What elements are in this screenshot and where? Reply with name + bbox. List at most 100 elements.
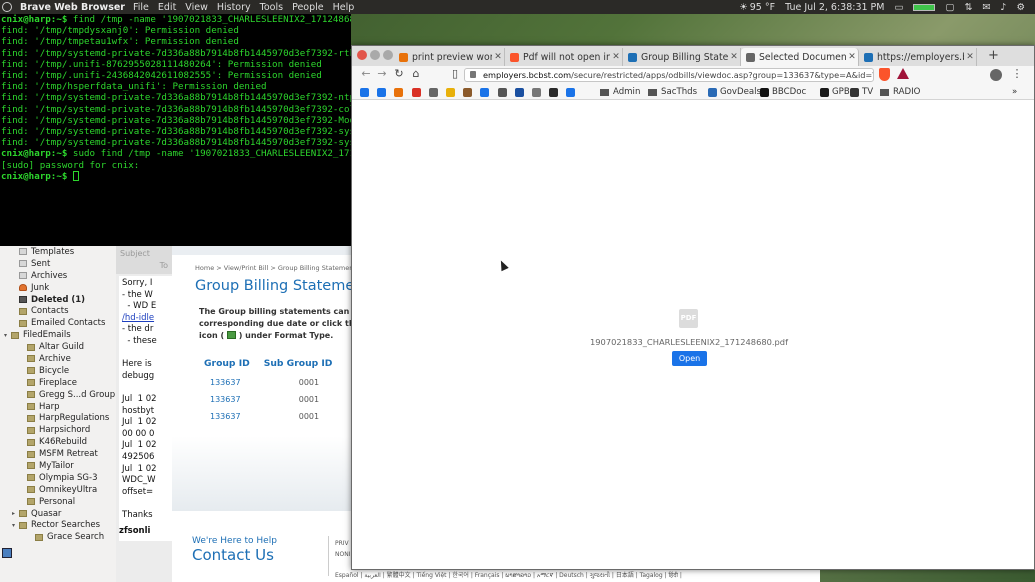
- group-id-link[interactable]: 133637: [197, 392, 257, 409]
- menu-file[interactable]: File: [133, 2, 149, 13]
- bookmark-item[interactable]: RADIO: [880, 86, 920, 98]
- network-icon[interactable]: ⇅: [964, 2, 972, 13]
- open-pdf-button[interactable]: Open: [672, 351, 707, 366]
- bookmark-site-icon[interactable]: [411, 86, 424, 98]
- tab-close-icon[interactable]: ✕: [964, 52, 976, 62]
- browser-tab[interactable]: https://employers.bcbs✕: [859, 48, 977, 66]
- tab-close-icon[interactable]: ✕: [492, 52, 504, 62]
- new-tab-button[interactable]: +: [988, 48, 999, 63]
- menu-people[interactable]: People: [292, 2, 324, 13]
- folder-item[interactable]: Contacts: [0, 305, 116, 317]
- bookmark-site-icon[interactable]: [446, 86, 458, 98]
- folder-twisty-icon[interactable]: ▾: [4, 332, 10, 339]
- menu-view[interactable]: View: [185, 2, 208, 13]
- bookmark-site-icon[interactable]: [532, 86, 544, 98]
- main-menu-icon[interactable]: ⋮: [1010, 67, 1024, 81]
- folder-item[interactable]: Olympia SG-3: [0, 472, 116, 484]
- bookmark-site-icon[interactable]: [463, 86, 475, 98]
- bookmark-item[interactable]: GPB: [820, 86, 850, 98]
- address-bar[interactable]: employers.bcbst.com/secure/restricted/ap…: [464, 68, 874, 82]
- folder-item[interactable]: ▾ Rector Searches: [0, 519, 116, 531]
- group-id-link[interactable]: 133637: [197, 409, 257, 426]
- window-maximize-button[interactable]: [383, 50, 393, 60]
- folder-item[interactable]: Harp: [0, 401, 116, 413]
- folder-item[interactable]: Harpsichord: [0, 424, 116, 436]
- folder-twisty-icon[interactable]: ▸: [12, 510, 18, 517]
- folder-item[interactable]: Archive: [0, 353, 116, 365]
- bookmarks-overflow-icon[interactable]: »: [1012, 86, 1017, 98]
- folder-item[interactable]: K46Rebuild: [0, 436, 116, 448]
- folder-item[interactable]: MyTailor: [0, 460, 116, 472]
- back-button[interactable]: ←: [359, 67, 373, 81]
- folder-item[interactable]: Sent: [0, 258, 116, 270]
- folder-item[interactable]: Fireplace: [0, 377, 116, 389]
- folder-item[interactable]: Gregg S...d Group: [0, 389, 116, 401]
- folder-item[interactable]: ▾ FiledEmails: [0, 329, 116, 341]
- tab-close-icon[interactable]: ✕: [610, 52, 622, 62]
- contact-us-link[interactable]: Contact Us: [192, 546, 277, 564]
- bookmark-site-icon[interactable]: [497, 86, 510, 98]
- folder-item[interactable]: Personal: [0, 496, 116, 508]
- folder-item[interactable]: MSFM Retreat: [0, 448, 116, 460]
- display-icon[interactable]: ▢: [945, 2, 954, 13]
- window-close-button[interactable]: [357, 50, 367, 60]
- tab-close-icon[interactable]: ✕: [846, 52, 858, 62]
- bookmark-site-icon[interactable]: [514, 86, 527, 98]
- window-minimize-button[interactable]: [370, 50, 380, 60]
- message-link[interactable]: /hd-idle: [122, 313, 172, 325]
- folder-item[interactable]: Templates: [0, 246, 116, 258]
- folder-item[interactable]: HarpRegulations: [0, 412, 116, 424]
- footer-links[interactable]: PRIV NONI: [335, 538, 350, 560]
- battery-indicator[interactable]: [913, 3, 936, 11]
- folder-item[interactable]: OmnikeyUltra: [0, 484, 116, 496]
- settings-gear-icon[interactable]: ⚙: [1016, 2, 1025, 13]
- bookmark-site-icon[interactable]: [394, 86, 406, 98]
- bookmark-item[interactable]: BBCDoc: [760, 86, 806, 98]
- group-id-link[interactable]: 133637: [197, 375, 257, 392]
- bookmark-item[interactable]: SacThds: [648, 86, 697, 98]
- folder-item[interactable]: Emailed Contacts: [0, 317, 116, 329]
- clock[interactable]: Tue Jul 2, 6:38:31 PM: [785, 2, 884, 13]
- breadcrumb[interactable]: Home > View/Print Bill > Group Billing S…: [195, 264, 359, 272]
- menu-edit[interactable]: Edit: [158, 2, 176, 13]
- brave-rewards-icon[interactable]: [897, 68, 909, 79]
- bookmark-icon[interactable]: ▯: [448, 67, 462, 81]
- bookmark-site-icon[interactable]: [566, 86, 578, 98]
- folder-twisty-icon[interactable]: ▾: [12, 522, 18, 529]
- browser-tab[interactable]: Pdf will not open in bu✕: [505, 48, 623, 66]
- menu-tools[interactable]: Tools: [260, 2, 283, 13]
- bookmark-site-icon[interactable]: [428, 86, 441, 98]
- bookmark-site-icon[interactable]: [360, 86, 372, 98]
- tab-close-icon[interactable]: ✕: [728, 52, 740, 62]
- forward-button[interactable]: →: [375, 67, 389, 81]
- bookmark-site-icon[interactable]: [377, 86, 389, 98]
- bookmark-item[interactable]: TV: [850, 86, 873, 98]
- contact-us-block[interactable]: We're Here to Help Contact Us: [192, 536, 277, 564]
- bookmark-site-icon[interactable]: [549, 86, 561, 98]
- browser-tab[interactable]: print preview works on✕: [394, 48, 505, 66]
- home-icon[interactable]: ⌂: [409, 67, 423, 81]
- lock-icon[interactable]: [470, 71, 476, 78]
- workspace-switcher-icon[interactable]: [2, 548, 12, 558]
- profile-avatar[interactable]: [990, 69, 1002, 81]
- folder-item[interactable]: Deleted (1): [0, 294, 116, 306]
- folder-item[interactable]: Junk: [0, 282, 116, 294]
- browser-tab[interactable]: Group Billing Statemen✕: [623, 48, 741, 66]
- menu-help[interactable]: Help: [333, 2, 355, 13]
- system-logo-icon[interactable]: [0, 0, 14, 14]
- folder-item[interactable]: Grace Search: [0, 531, 116, 543]
- menu-history[interactable]: History: [217, 2, 251, 13]
- terminal-window[interactable]: cnix@harp:~$ find /tmp -name '1907021833…: [0, 14, 351, 246]
- folder-item[interactable]: ▸ Quasar: [0, 508, 116, 520]
- bookmark-item[interactable]: GovDeals: [708, 86, 761, 98]
- folder-item[interactable]: Altar Guild: [0, 341, 116, 353]
- folder-item[interactable]: Archives: [0, 270, 116, 282]
- language-links[interactable]: Español | العربية | 繁體中文 | Tiếng Việt | …: [335, 570, 682, 580]
- keyboard-icon[interactable]: ▭: [894, 2, 903, 13]
- weather-icon[interactable]: ☀: [739, 2, 748, 13]
- brave-shields-icon[interactable]: [879, 68, 890, 81]
- mail-icon[interactable]: ✉: [982, 2, 990, 13]
- bookmark-item[interactable]: Admin: [600, 86, 640, 98]
- volume-icon[interactable]: ♪: [1000, 2, 1006, 13]
- bookmark-site-icon[interactable]: [480, 86, 492, 98]
